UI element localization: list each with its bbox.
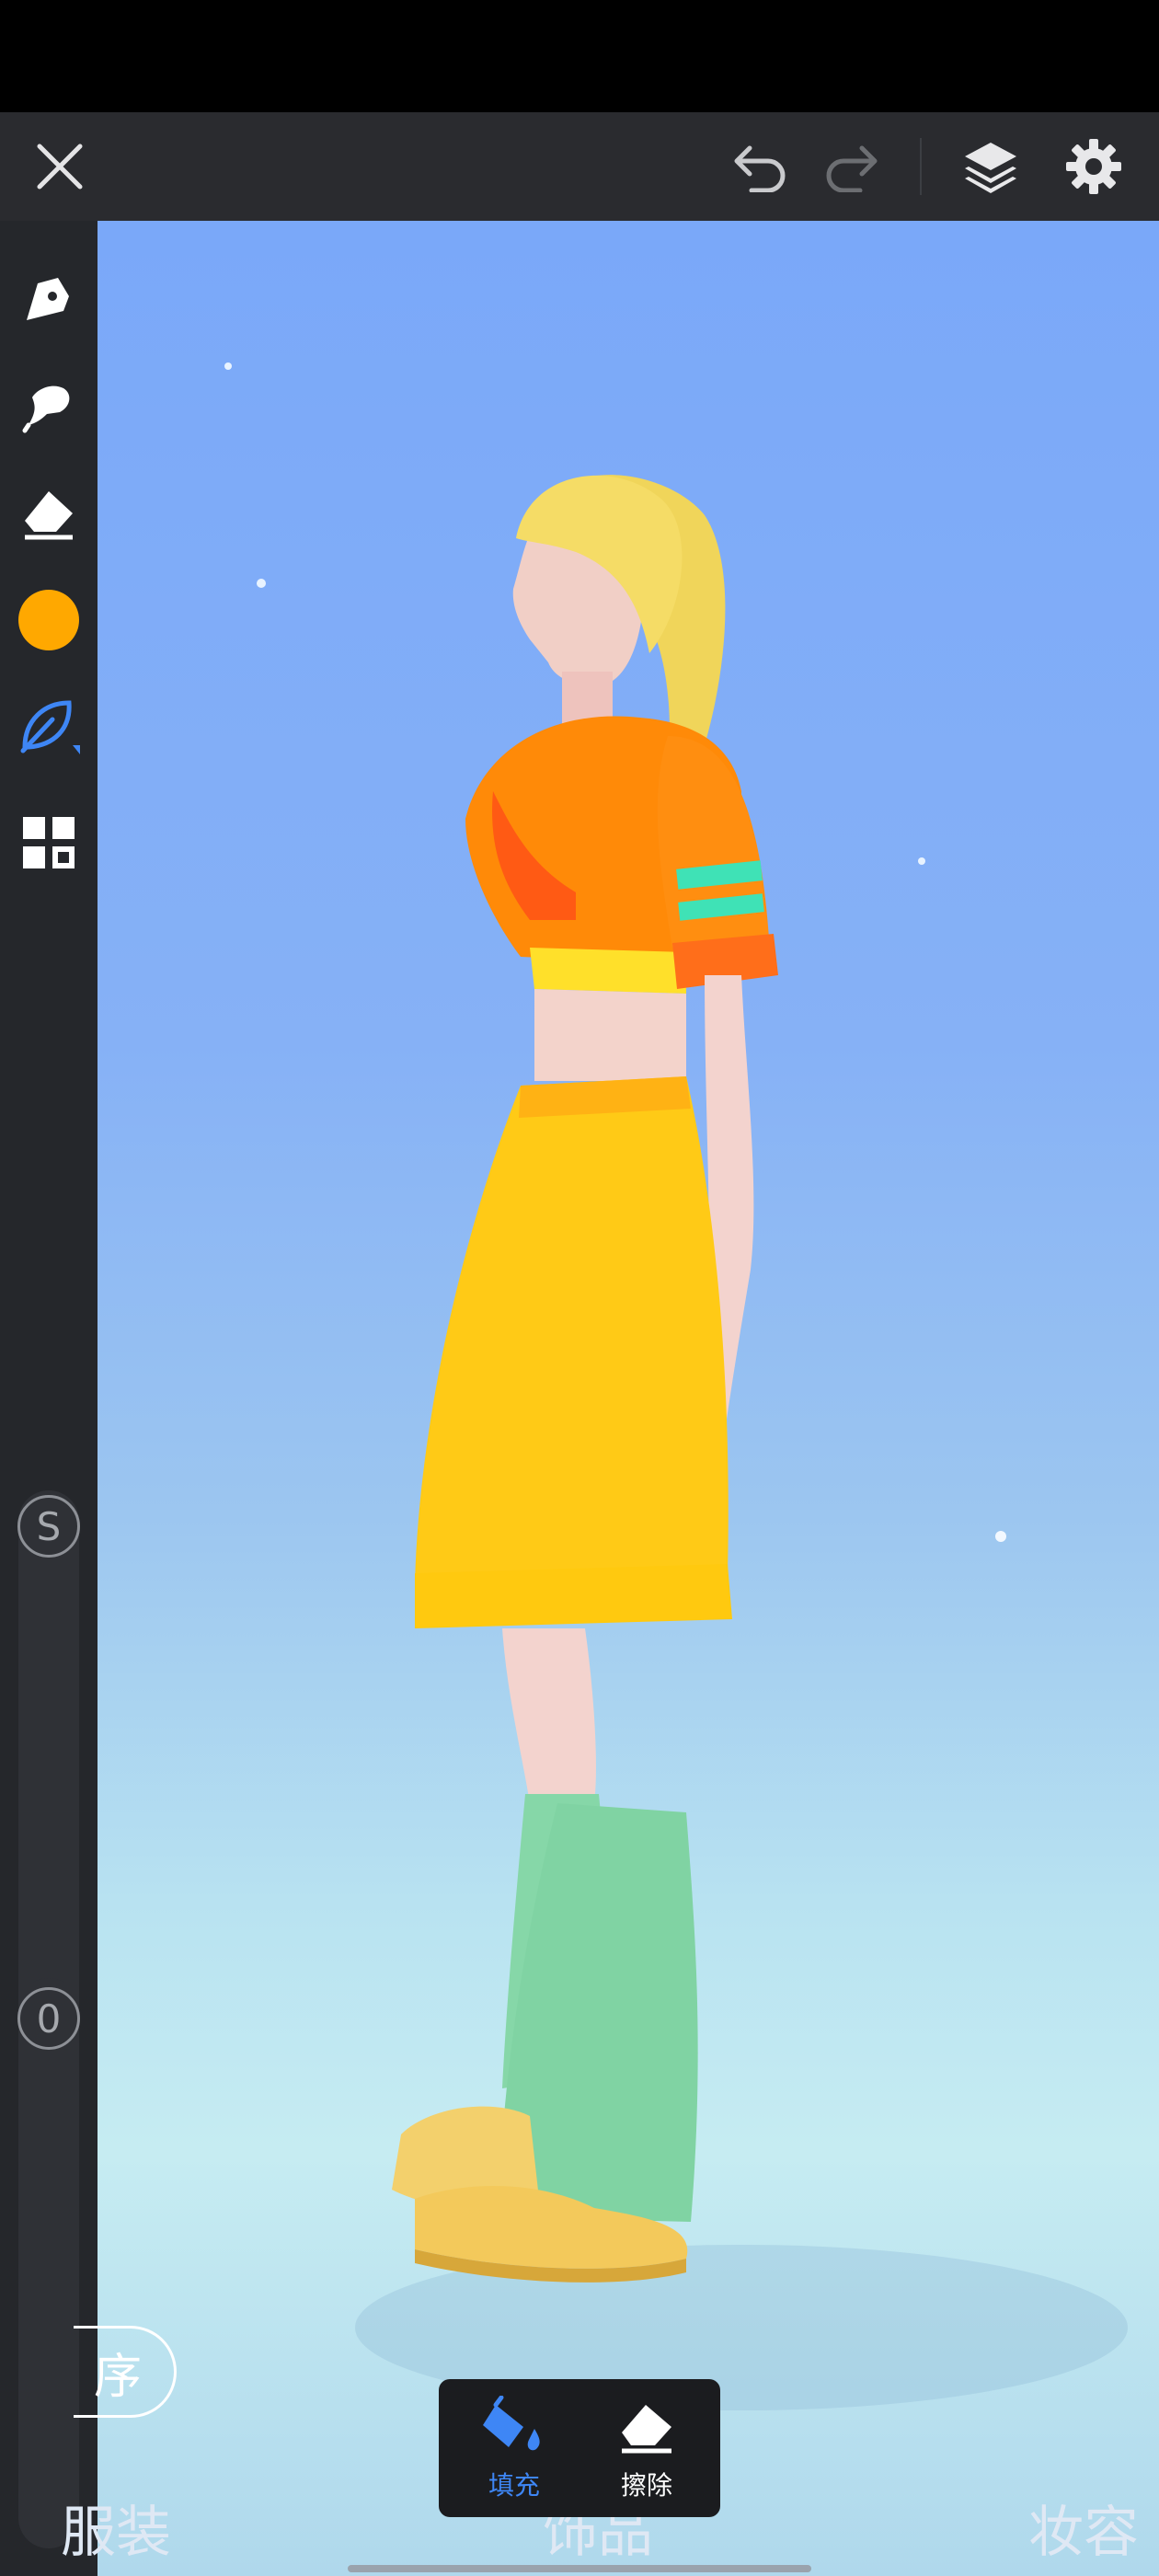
- settings-button[interactable]: [1056, 129, 1131, 204]
- undo-icon: [734, 145, 786, 192]
- gear-icon: [1066, 139, 1121, 194]
- grid-pattern-icon: [23, 817, 75, 868]
- eraser-icon: [25, 491, 73, 540]
- leaf-brush-icon: [20, 700, 80, 754]
- layers-button[interactable]: [953, 129, 1028, 204]
- leaf-brush-button[interactable]: [12, 690, 86, 764]
- close-icon: [37, 144, 83, 190]
- home-indicator: [348, 2565, 811, 2572]
- redo-button[interactable]: [813, 129, 889, 204]
- opacity-slider[interactable]: [18, 1978, 79, 2548]
- brush-size-label: S: [17, 1495, 80, 1558]
- close-button[interactable]: [22, 129, 98, 204]
- fill-option[interactable]: 填充: [459, 2395, 569, 2506]
- toolbar-divider: [920, 138, 922, 195]
- pen-tool-button[interactable]: [12, 261, 86, 335]
- color-swatch: [18, 590, 79, 650]
- color-picker-button[interactable]: [12, 583, 86, 657]
- pattern-grid-button[interactable]: [12, 806, 86, 880]
- fill-erase-popup: 填充 擦除: [439, 2379, 720, 2517]
- eraser-button[interactable]: [12, 477, 86, 550]
- avatar-preview-canvas[interactable]: [98, 221, 1159, 2576]
- tab-makeup[interactable]: 妆容: [1028, 2501, 1139, 2565]
- avatar-figure: [224, 362, 1128, 2410]
- undo-button[interactable]: [723, 129, 798, 204]
- redo-icon: [826, 145, 878, 192]
- smudge-brush-button[interactable]: [12, 368, 86, 442]
- tool-sidebar: S 0: [0, 221, 98, 2576]
- top-toolbar: [0, 112, 1159, 221]
- layers-icon: [965, 143, 1016, 193]
- paint-bucket-icon: [483, 2395, 540, 2451]
- tab-clothing[interactable]: 服装: [61, 2501, 171, 2565]
- save-button-label: 序: [94, 2349, 143, 2405]
- erase-option[interactable]: 擦除: [591, 2396, 702, 2506]
- opacity-label: 0: [17, 1987, 80, 2050]
- eraser-icon: [622, 2405, 671, 2454]
- save-button[interactable]: 序: [74, 2326, 177, 2418]
- pen-tool-icon: [27, 278, 69, 320]
- fill-label: 填充: [488, 2470, 540, 2501]
- smudge-brush-icon: [22, 385, 70, 433]
- status-bar: [0, 0, 1159, 112]
- erase-label: 擦除: [620, 2470, 672, 2501]
